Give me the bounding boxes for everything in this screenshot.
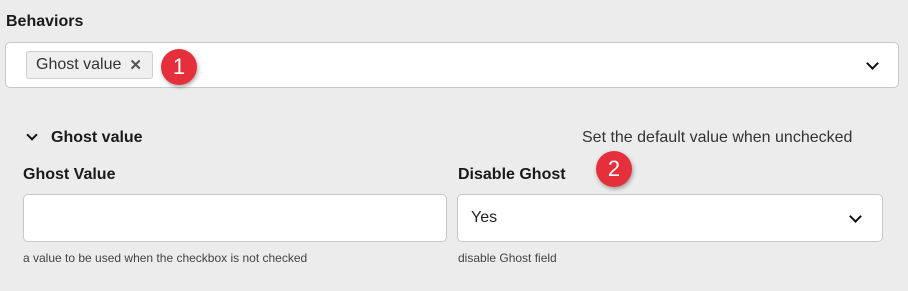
remove-tag-icon[interactable]: ✕	[129, 56, 142, 74]
group-hint-text: Set the default value when unchecked	[582, 129, 853, 146]
chevron-down-icon	[849, 210, 862, 223]
disable-ghost-selected-value: Yes	[471, 209, 498, 226]
group-toggle-label: Ghost value	[51, 129, 143, 146]
disable-ghost-label: Disable Ghost	[458, 166, 566, 183]
chevron-down-icon[interactable]	[866, 57, 879, 70]
disable-ghost-select[interactable]: Yes	[457, 194, 883, 242]
ghost-value-label: Ghost Value	[23, 166, 116, 183]
behaviors-multiselect[interactable]: Ghost value ✕	[5, 42, 899, 88]
tag-ghost-value: Ghost value ✕	[26, 51, 153, 79]
ghost-value-group-toggle[interactable]: Ghost value	[25, 129, 143, 147]
chevron-down-icon	[26, 129, 38, 141]
annotation-badge-1: 1	[161, 49, 197, 85]
ghost-value-input[interactable]	[23, 194, 447, 242]
disable-ghost-help: disable Ghost field	[458, 251, 557, 265]
tag-label: Ghost value	[36, 56, 122, 73]
behaviors-title: Behaviors	[6, 13, 84, 30]
annotation-badge-2: 2	[596, 151, 632, 187]
ghost-value-help: a value to be used when the checkbox is …	[23, 251, 308, 265]
